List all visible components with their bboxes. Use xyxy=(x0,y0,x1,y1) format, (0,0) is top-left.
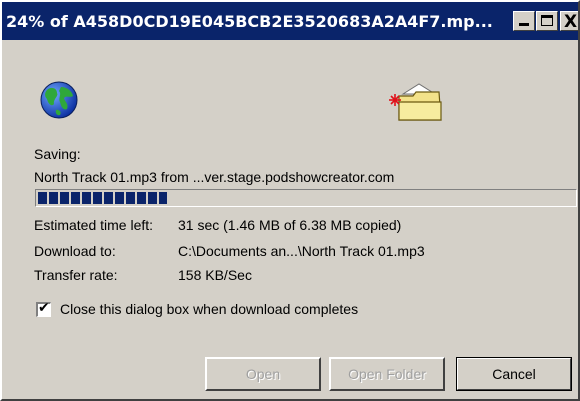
maximize-button[interactable] xyxy=(536,11,558,31)
file-source-text: North Track 01.mp3 from ...ver.stage.pod… xyxy=(34,169,395,185)
transfer-rate-value: 158 KB/Sec xyxy=(178,267,252,283)
globe-icon xyxy=(40,81,78,119)
download-dialog: 24% of A458D0CD19E045BCB2E3520683A2A4F7.… xyxy=(0,0,580,401)
title-bar[interactable]: 24% of A458D0CD19E045BCB2E3520683A2A4F7.… xyxy=(2,2,578,40)
cancel-button[interactable]: Cancel xyxy=(456,357,572,391)
open-folder-button[interactable]: Open Folder xyxy=(329,357,445,391)
open-button[interactable]: Open xyxy=(205,357,321,391)
estimated-time-label: Estimated time left: xyxy=(34,217,154,233)
download-to-value: C:\Documents an...\North Track 01.mp3 xyxy=(178,243,425,259)
close-button[interactable]: X xyxy=(560,11,578,32)
folder-icon xyxy=(389,83,442,121)
close-when-complete-label[interactable]: Close this dialog box when download comp… xyxy=(60,301,358,317)
saving-label: Saving: xyxy=(34,146,81,162)
download-progress-bar xyxy=(35,189,577,207)
close-icon: X xyxy=(564,12,578,32)
minimize-icon xyxy=(519,23,529,26)
checkmark-icon: ✔ xyxy=(38,300,50,316)
close-when-complete-checkbox[interactable]: ✔ xyxy=(36,300,51,317)
window-title: 24% of A458D0CD19E045BCB2E3520683A2A4F7.… xyxy=(6,12,493,31)
estimated-time-value: 31 sec (1.46 MB of 6.38 MB copied) xyxy=(178,217,402,233)
progress-fill xyxy=(38,192,167,204)
maximize-icon xyxy=(541,15,553,26)
transfer-rate-label: Transfer rate: xyxy=(34,267,118,283)
download-to-label: Download to: xyxy=(34,243,116,259)
minimize-button[interactable] xyxy=(513,11,535,31)
